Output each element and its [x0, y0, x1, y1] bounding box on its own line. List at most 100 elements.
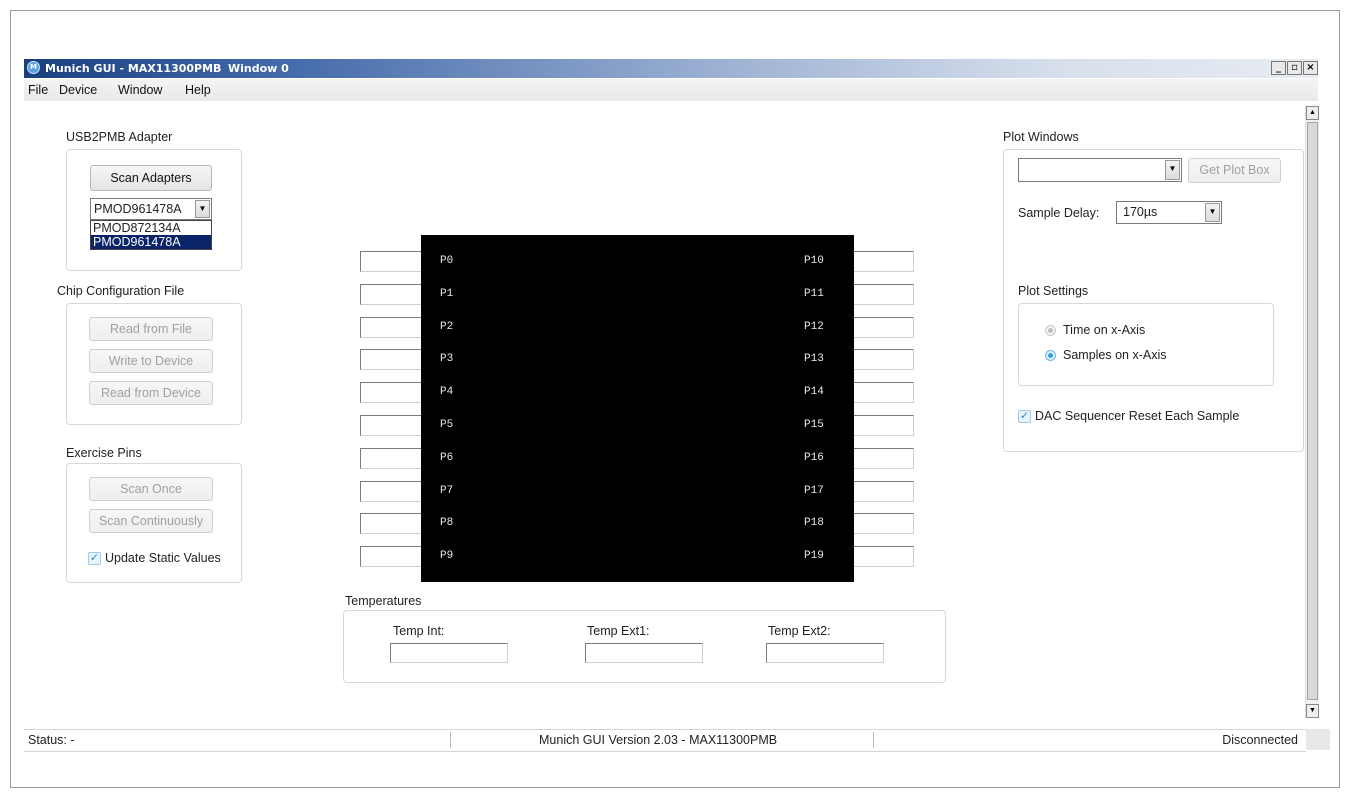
- resize-grip[interactable]: [1306, 729, 1330, 750]
- dac-reset-label: DAC Sequencer Reset Each Sample: [1035, 409, 1240, 423]
- pin-value-field[interactable]: [853, 481, 914, 502]
- temp-ext2-label: Temp Ext2:: [768, 624, 831, 638]
- pin-label: P13: [804, 353, 824, 365]
- pin-label: P2: [440, 321, 454, 333]
- time-axis-radio[interactable]: [1045, 325, 1056, 336]
- plot-windows-heading: Plot Windows: [1003, 130, 1079, 144]
- scroll-down-icon[interactable]: ▼: [1306, 704, 1319, 718]
- pin-value-field[interactable]: [853, 513, 914, 534]
- dac-reset-checkbox[interactable]: ✓: [1018, 410, 1031, 423]
- chevron-down-icon[interactable]: ▼: [1165, 160, 1180, 180]
- update-static-label: Update Static Values: [105, 551, 221, 565]
- status-separator: [873, 732, 874, 748]
- pin-value-field[interactable]: [360, 317, 422, 338]
- pin-label: P18: [804, 517, 824, 529]
- read-from-file-button[interactable]: Read from File: [89, 317, 213, 341]
- scan-continuously-button[interactable]: Scan Continuously: [89, 509, 213, 533]
- pin-value-field[interactable]: [853, 415, 914, 436]
- pin-label: P6: [440, 452, 454, 464]
- usb-adapter-heading: USB2PMB Adapter: [66, 130, 173, 144]
- temp-ext2-field[interactable]: [766, 643, 884, 663]
- adapter-option[interactable]: PMOD872134A: [91, 221, 211, 235]
- plot-settings-group: [1018, 303, 1274, 386]
- menu-help[interactable]: Help: [185, 83, 211, 97]
- adapter-option-selected[interactable]: PMOD961478A: [91, 235, 211, 249]
- vertical-scrollbar[interactable]: ▲ ▼: [1305, 106, 1319, 718]
- get-plot-box-button[interactable]: Get Plot Box: [1188, 158, 1281, 183]
- pin-value-field[interactable]: [853, 546, 914, 567]
- pin-label: P3: [440, 353, 454, 365]
- write-to-device-button[interactable]: Write to Device: [89, 349, 213, 373]
- menu-window[interactable]: Window: [118, 83, 162, 97]
- pin-label: P4: [440, 386, 454, 398]
- menu-device[interactable]: Device: [59, 83, 97, 97]
- read-from-device-button[interactable]: Read from Device: [89, 381, 213, 405]
- pin-value-field[interactable]: [853, 382, 914, 403]
- pin-value-field[interactable]: [360, 513, 422, 534]
- pin-label: P14: [804, 386, 824, 398]
- window-controls: _ ▫ ×: [1271, 61, 1318, 75]
- adapter-dropdown-list[interactable]: PMOD872134A PMOD961478A: [90, 220, 212, 250]
- pin-value-field[interactable]: [360, 415, 422, 436]
- window-title: Munich GUI - MAX11300PMB: [45, 62, 222, 75]
- status-bar: Status: - Munich GUI Version 2.03 - MAX1…: [24, 729, 1306, 752]
- status-version: Munich GUI Version 2.03 - MAX11300PMB: [539, 733, 778, 747]
- scan-adapters-button[interactable]: Scan Adapters: [90, 165, 212, 191]
- pin-label: P11: [804, 288, 824, 300]
- adapter-select-value: PMOD961478A: [94, 202, 182, 216]
- temperatures-heading: Temperatures: [345, 594, 422, 608]
- exercise-pins-heading: Exercise Pins: [66, 446, 142, 460]
- sample-delay-label: Sample Delay:: [1018, 206, 1100, 220]
- pin-value-field[interactable]: [360, 349, 422, 370]
- pin-label: P5: [440, 419, 454, 431]
- minimize-icon[interactable]: _: [1271, 61, 1286, 75]
- temp-ext1-field[interactable]: [585, 643, 703, 663]
- chevron-down-icon[interactable]: ▼: [195, 200, 210, 218]
- connection-status: Disconnected: [1222, 733, 1298, 747]
- title-bar: M Munich GUI - MAX11300PMB Window 0 _ ▫ …: [24, 59, 1318, 78]
- pin-value-field[interactable]: [360, 481, 422, 502]
- maxim-icon: M: [27, 61, 40, 74]
- pin-value-field[interactable]: [360, 284, 422, 305]
- chip-config-heading: Chip Configuration File: [57, 284, 185, 298]
- pin-label: P1: [440, 288, 454, 300]
- pin-label: P16: [804, 452, 824, 464]
- pin-value-field[interactable]: [360, 251, 422, 272]
- pin-label: P17: [804, 485, 824, 497]
- update-static-checkbox[interactable]: ✓: [88, 552, 101, 565]
- pin-label: P0: [440, 255, 454, 267]
- pin-value-field[interactable]: [853, 284, 914, 305]
- scroll-thumb[interactable]: [1307, 122, 1318, 700]
- pin-label: P8: [440, 517, 454, 529]
- sample-delay-select[interactable]: 170µs ▼: [1116, 201, 1222, 224]
- pin-label: P19: [804, 550, 824, 562]
- menu-file[interactable]: File: [28, 83, 48, 97]
- adapter-select[interactable]: PMOD961478A ▼: [90, 198, 212, 220]
- scroll-up-icon[interactable]: ▲: [1306, 106, 1319, 120]
- pin-value-field[interactable]: [853, 317, 914, 338]
- window-subtitle: Window 0: [228, 62, 289, 75]
- close-icon[interactable]: ×: [1303, 61, 1318, 75]
- pin-label: P9: [440, 550, 454, 562]
- pin-value-field[interactable]: [853, 448, 914, 469]
- scan-once-button[interactable]: Scan Once: [89, 477, 213, 501]
- temp-ext1-label: Temp Ext1:: [587, 624, 650, 638]
- time-axis-label: Time on x-Axis: [1063, 323, 1146, 337]
- pin-value-field[interactable]: [360, 448, 422, 469]
- plot-window-select[interactable]: ▼: [1018, 158, 1182, 182]
- pin-value-field[interactable]: [853, 349, 914, 370]
- pin-label: P15: [804, 419, 824, 431]
- pin-label: P10: [804, 255, 824, 267]
- temp-int-field[interactable]: [390, 643, 508, 663]
- pin-value-field[interactable]: [360, 382, 422, 403]
- sample-delay-value: 170µs: [1123, 205, 1158, 219]
- restore-icon[interactable]: ▫: [1287, 61, 1302, 75]
- menu-bar: File Device Window Help: [24, 79, 1318, 101]
- pin-label: P7: [440, 485, 454, 497]
- samples-axis-radio[interactable]: [1045, 350, 1056, 361]
- chevron-down-icon[interactable]: ▼: [1205, 203, 1220, 222]
- pin-value-field[interactable]: [853, 251, 914, 272]
- temp-int-label: Temp Int:: [393, 624, 445, 638]
- status-text: Status: -: [28, 733, 75, 747]
- pin-value-field[interactable]: [360, 546, 422, 567]
